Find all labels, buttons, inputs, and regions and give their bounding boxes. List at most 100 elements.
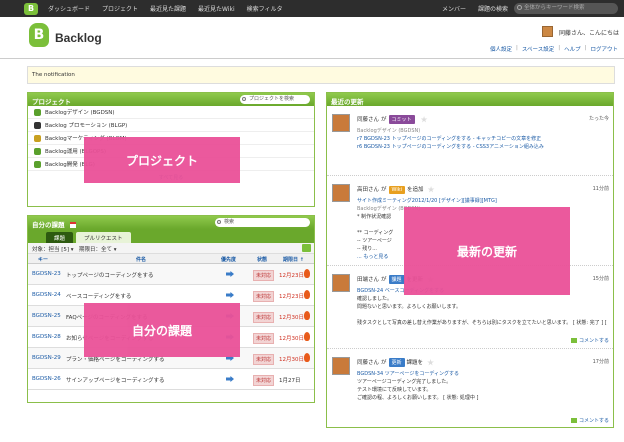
avatar[interactable] [332,114,350,132]
projects-title: プロジェクト [32,98,71,106]
feed-time: 11分前 [592,186,609,192]
avatar[interactable] [332,357,350,375]
feed-line: ツアーページコーディング完了しました。 [357,379,452,385]
issue-tabs: 課題 プルリクエスト [28,229,314,243]
nav-dashboard[interactable]: ダッシュボード [42,4,96,13]
feed-line[interactable]: BGDSN-34 ツアーページをコーディングする [357,370,607,377]
nav-issue-search[interactable]: 課題の検索 [472,4,514,13]
issue-summary[interactable]: ベースコーディングをする [66,292,216,300]
overdue-fire-icon [304,269,310,278]
issue-filter-bar: 対象：担当 [5] ▾ 期限日：全て ▾ [28,243,314,254]
status-badge: 未対応 [253,270,275,281]
logout-link[interactable]: ログアウト [590,45,618,53]
star-icon[interactable] [427,359,434,366]
calendar-icon [69,222,76,228]
feed-user[interactable]: 同藤さん [357,360,379,366]
feed-line[interactable]: サイト作成ミーティング2012/1/20 [デザイン][議事録][MTG] [357,197,607,204]
due-date: 12月30日 [279,357,304,363]
recent-updates-header: 最近の更新 [327,93,613,106]
avatar[interactable] [542,26,553,37]
feed-item: 同藤さんが更新 課題を 17分前 BGDSN-34 ツアーページをコーディングする ツア… [327,349,613,427]
my-issues-panel-header: 自分の課題 検索 [28,216,314,229]
col-key[interactable]: キー [38,256,48,263]
overdue-fire-icon [304,332,310,341]
issue-key[interactable]: BGDSN-26 [32,376,61,382]
feed-verb: が [381,117,387,123]
backlog-logo-icon[interactable]: B [29,23,49,47]
separator: | [558,45,561,51]
nav-search-filter[interactable]: 検索フィルタ [241,4,289,13]
tab-pull-requests[interactable]: プルリクエスト [76,232,131,243]
avatar[interactable] [332,274,350,292]
feed-line: Backlogデザイン (BGDSN) [357,128,421,134]
project-name: Backlogデザイン (BGDSN) [45,110,115,116]
issue-key[interactable]: BGDSN-24 [32,292,61,298]
issue-summary[interactable]: トップページのコーディングをする [66,271,216,279]
comment-button[interactable]: コメントする [571,417,609,424]
priority-arrow-icon [226,292,234,298]
avatar[interactable] [332,184,350,202]
nav-projects[interactable]: プロジェクト [96,4,144,13]
issue-table-header: キー 件名 優先度 状態 期限日 ↑ [28,254,314,264]
overdue-fire-icon [304,290,310,299]
search-icon [217,220,221,224]
issue-search-input[interactable]: 検索 [215,218,310,227]
nav-recent-issues[interactable]: 最近見た課題 [144,4,192,13]
search-icon [517,5,522,10]
star-icon[interactable] [427,186,435,193]
status-badge: 未対応 [253,333,275,344]
project-list-item[interactable]: Backlogデザイン (BGDSN) [28,106,314,119]
issue-filter-text[interactable]: 対象：担当 [5] ▾ 期限日：全て ▾ [32,247,117,253]
recent-updates-overlay-label: 最新の更新 [404,207,570,295]
feed-line: テスト環境にて反映しています。 [357,387,432,393]
comment-button[interactable]: コメントする [571,337,609,344]
star-icon[interactable] [420,116,428,123]
priority-arrow-icon [226,271,234,277]
status-badge: 未対応 [253,312,275,323]
user-greeting: 同藤さん、こんにちは [559,30,620,37]
overdue-fire-icon [304,353,310,362]
global-search-input[interactable]: 全体からキーワード検索 [514,3,618,14]
table-row[interactable]: BGDSN-23 トップページのコーディングをする 未対応 12月23日 [28,264,314,285]
feed-line: 残タスクとして写真の差し替え作業がありますが、そちらは別にタスクを立てたいと思い… [357,320,607,326]
backlog-home-icon[interactable]: B [24,2,38,15]
project-list-item[interactable]: Backlog プロモーション (BLGP) [28,119,314,132]
global-search-placeholder: 全体からキーワード検索 [524,5,585,11]
feed-line[interactable]: r7 BGDSN-23 トップページのコーディングをする - キャッチコピーの文… [357,135,607,142]
col-priority[interactable]: 優先度 [221,256,236,263]
overdue-fire-icon [304,311,310,320]
due-date: 12月23日 [279,294,304,300]
tab-issues[interactable]: 課題 [46,232,74,243]
feed-line[interactable]: r6 BGDSN-23 トップページのコーディングをする - CSS3アニメーシ… [357,143,607,150]
project-search-input[interactable]: プロジェクトを検索 [240,95,310,104]
help-link[interactable]: ヘルプ [564,45,581,53]
col-status[interactable]: 状態 [257,256,267,263]
top-nav-bar: B ダッシュボード プロジェクト 最近見た課題 最近見たWiki 検索フィルタ … [0,0,624,17]
projects-overlay-label: プロジェクト [84,137,240,183]
space-settings-link[interactable]: スペース設定 [522,45,554,53]
col-due[interactable]: 期限日 ↑ [283,256,304,263]
issue-summary[interactable]: サインアップページをコーディングする [66,376,216,384]
nav-members[interactable]: メンバー [436,4,472,13]
feed-user[interactable]: 田端さん [357,277,379,283]
feed-item: 同藤さんがコミット たった今 Backlogデザイン (BGDSN) r7 BGDSN… [327,106,613,176]
due-date: 12月23日 [279,273,304,279]
separator: | [516,45,518,51]
issue-key[interactable]: BGDSN-28 [32,334,61,340]
feed-user[interactable]: 高田さん [357,187,379,193]
issue-key[interactable]: BGDSN-29 [32,355,61,361]
issue-key[interactable]: BGDSN-25 [32,313,61,319]
col-summary[interactable]: 件名 [136,256,146,263]
feed-user[interactable]: 同藤さん [357,117,379,123]
project-name: Backlog プロモーション (BLGP) [45,123,128,129]
table-row[interactable]: BGDSN-26 サインアップページをコーディングする 未対応 1月27日 [28,369,314,390]
nav-recent-wiki[interactable]: 最近見たWiki [192,4,241,13]
issue-key[interactable]: BGDSN-23 [32,271,61,277]
feed-verb: が [381,187,387,193]
status-badge: 未対応 [253,291,275,302]
filter-settings-icon[interactable] [302,244,311,252]
my-issues-overlay-label: 自分の課題 [84,303,240,357]
projects-panel-header: プロジェクト プロジェクトを検索 [28,93,314,106]
personal-settings-link[interactable]: 個人設定 [490,45,512,53]
app-header: B Backlog 同藤さん、こんにちは 個人設定 | スペース設定 | ヘルプ | … [0,17,624,59]
